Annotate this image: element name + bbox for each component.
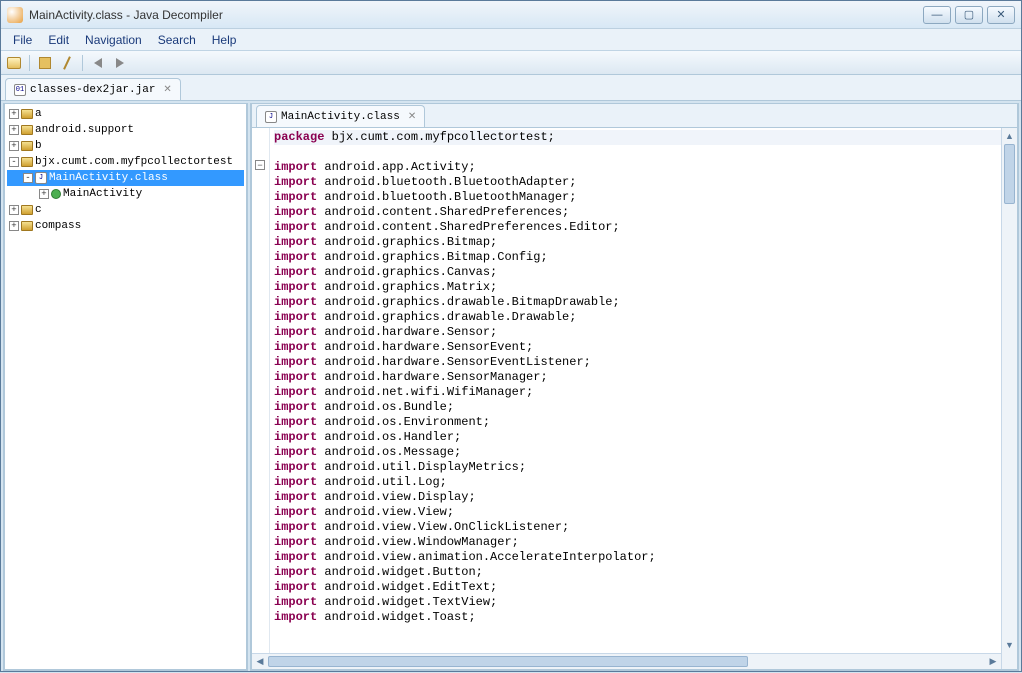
class-icon: J — [265, 111, 277, 123]
scroll-left-icon[interactable]: ◀ — [252, 654, 268, 669]
window-title: MainActivity.class - Java Decompiler — [29, 8, 923, 22]
tree-label: b — [35, 140, 42, 152]
tree-node[interactable]: + android.support — [7, 122, 244, 138]
minimize-button[interactable]: — — [923, 6, 951, 24]
tree-label: a — [35, 108, 42, 120]
package-icon — [21, 157, 33, 167]
menu-help[interactable]: Help — [206, 31, 243, 49]
class-icon — [51, 189, 61, 199]
tree-label: MainActivity — [63, 188, 142, 200]
jar-tab-label: classes-dex2jar.jar — [30, 84, 155, 96]
close-icon[interactable]: ✕ — [163, 84, 171, 96]
save-button[interactable] — [36, 54, 54, 72]
tree-label: android.support — [35, 124, 134, 136]
fold-collapse-icon[interactable]: − — [255, 160, 265, 170]
menu-search[interactable]: Search — [152, 31, 202, 49]
wand-icon — [63, 56, 71, 70]
close-icon[interactable]: ✕ — [408, 111, 416, 123]
jar-tab[interactable]: 01 classes-dex2jar.jar ✕ — [5, 78, 181, 100]
scroll-right-icon[interactable]: ▶ — [985, 654, 1001, 669]
open-file-button[interactable] — [5, 54, 23, 72]
collapse-icon[interactable]: - — [23, 173, 33, 183]
expand-icon[interactable]: + — [9, 125, 19, 135]
menu-file[interactable]: File — [7, 31, 38, 49]
collapse-icon[interactable]: - — [9, 157, 19, 167]
window-controls: — ▢ ✕ — [923, 6, 1015, 24]
editor-tab[interactable]: J MainActivity.class ✕ — [256, 105, 425, 127]
tree-label: c — [35, 204, 42, 216]
toolbar-separator — [82, 55, 83, 71]
back-button[interactable] — [89, 54, 107, 72]
tree-label: MainActivity.class — [49, 172, 168, 184]
package-explorer[interactable]: + a+ android.support+ b- bjx.cumt.com.my… — [3, 103, 248, 671]
tree-node[interactable]: -J MainActivity.class — [7, 170, 244, 186]
jar-tabbar: 01 classes-dex2jar.jar ✕ — [1, 75, 1021, 101]
tree-label: compass — [35, 220, 81, 232]
expand-icon[interactable]: + — [9, 141, 19, 151]
expand-icon[interactable]: + — [39, 189, 49, 199]
search-button[interactable] — [58, 54, 76, 72]
arrow-left-icon — [94, 58, 102, 68]
package-icon — [21, 109, 33, 119]
class-file-icon: J — [35, 172, 47, 184]
app-icon — [7, 7, 23, 23]
menu-edit[interactable]: Edit — [42, 31, 75, 49]
toolbar-separator — [29, 55, 30, 71]
editor-tab-label: MainActivity.class — [281, 111, 400, 123]
scroll-down-icon[interactable]: ▼ — [1002, 637, 1017, 653]
jar-icon: 01 — [14, 84, 26, 96]
editor-area: − package bjx.cumt.com.myfpcollectortest… — [252, 128, 1017, 669]
package-icon — [21, 221, 33, 231]
vertical-scrollbar[interactable]: ▲ ▼ — [1001, 128, 1017, 669]
scroll-thumb[interactable] — [268, 656, 748, 667]
fold-gutter: − — [252, 128, 270, 669]
disk-icon — [39, 57, 51, 69]
package-icon — [21, 125, 33, 135]
tree-node[interactable]: + MainActivity — [7, 186, 244, 202]
scroll-thumb[interactable] — [1004, 144, 1015, 204]
package-icon — [21, 205, 33, 215]
forward-button[interactable] — [111, 54, 129, 72]
menubar: FileEditNavigationSearchHelp — [1, 29, 1021, 51]
titlebar: MainActivity.class - Java Decompiler — ▢… — [1, 1, 1021, 29]
close-button[interactable]: ✕ — [987, 6, 1015, 24]
tree-node[interactable]: + b — [7, 138, 244, 154]
code-viewport[interactable]: − package bjx.cumt.com.myfpcollectortest… — [252, 128, 1017, 669]
tree-node[interactable]: + a — [7, 106, 244, 122]
tree-label: bjx.cumt.com.myfpcollectortest — [35, 156, 233, 168]
tree-node[interactable]: - bjx.cumt.com.myfpcollectortest — [7, 154, 244, 170]
package-icon — [21, 141, 33, 151]
menu-navigation[interactable]: Navigation — [79, 31, 148, 49]
editor-panel: J MainActivity.class ✕ − package bjx.cum… — [250, 103, 1019, 671]
editor-tabbar: J MainActivity.class ✕ — [252, 104, 1017, 128]
maximize-button[interactable]: ▢ — [955, 6, 983, 24]
tree-node[interactable]: + compass — [7, 218, 244, 234]
horizontal-scrollbar[interactable]: ◀ ▶ — [252, 653, 1001, 669]
tree-node[interactable]: + c — [7, 202, 244, 218]
expand-icon[interactable]: + — [9, 109, 19, 119]
expand-icon[interactable]: + — [9, 221, 19, 231]
main-area: + a+ android.support+ b- bjx.cumt.com.my… — [1, 101, 1021, 673]
arrow-right-icon — [116, 58, 124, 68]
open-icon — [7, 57, 21, 69]
source-code[interactable]: package bjx.cumt.com.myfpcollectortest; … — [252, 128, 1017, 627]
toolbar — [1, 51, 1021, 75]
expand-icon[interactable]: + — [9, 205, 19, 215]
scroll-up-icon[interactable]: ▲ — [1002, 128, 1017, 144]
